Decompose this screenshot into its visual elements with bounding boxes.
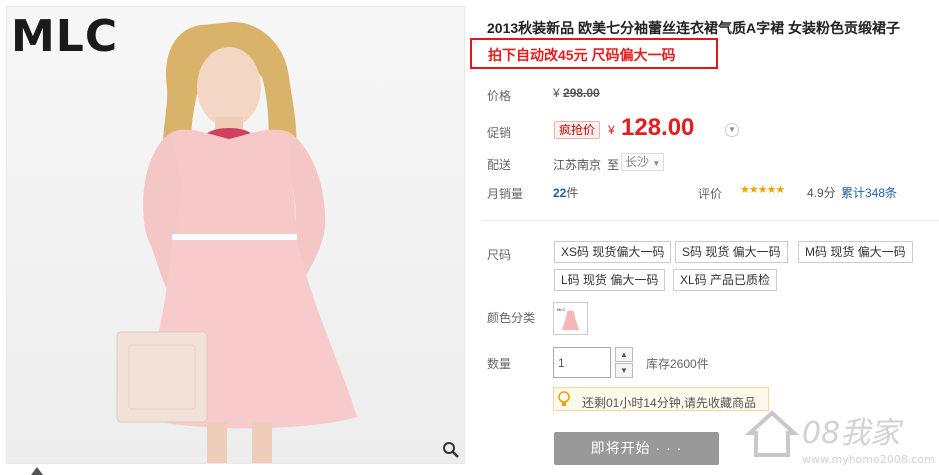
size-label: 尺码 [487,248,512,262]
promo-text: 拍下自动改45元 尺码偏大一码 [488,47,676,63]
original-price-value: 298.00 [563,86,600,100]
sales-unit: 件 [566,186,579,200]
monthly-sales-label: 月销量 [487,187,524,201]
rating-label: 评价 [698,187,723,201]
shipping-label: 配送 [487,158,512,172]
chevron-down-icon[interactable]: ▼ [725,123,739,137]
watermark-site: 08我家 [802,416,904,451]
stock-count: 库存2600件 [646,357,709,371]
review-count-link[interactable]: 累计348条 [841,184,897,201]
shipping-to: 至 [607,158,620,172]
quantity-input[interactable] [553,347,611,378]
sales-count: 22 [553,186,567,200]
shipping-origin: 江苏南京 [553,158,602,172]
section-divider [482,220,939,221]
quantity-decrease-icon[interactable]: ▼ [615,363,633,378]
destination-select[interactable]: 长沙 ▼ [621,153,665,171]
product-image[interactable]: MLC [6,6,465,464]
currency-symbol: ¥ [553,86,560,100]
lightbulb-icon [558,391,570,406]
rating-score: 4.9分 [807,186,836,200]
product-title: 2013秋装新品 欧美七分袖蕾丝连衣裙气质A字裙 女装粉色贡缎裙子 [487,20,901,36]
quantity-label: 数量 [487,357,512,371]
current-price: 128.00 [621,114,695,141]
size-option-xs[interactable]: XS码 现货偏大一码 [554,241,672,263]
color-swatch-brand: MLC [557,308,565,312]
size-option-l[interactable]: L码 现货 偏大一码 [554,269,666,291]
promo-price-label: 促销 [487,126,512,140]
price-label: 价格 [487,89,512,103]
dropdown-caret-icon: ▼ [652,159,661,168]
destination-value: 长沙 [625,155,650,169]
monthly-sales: 22件 [553,184,578,201]
color-swatch-pink[interactable]: MLC [553,302,588,335]
current-currency-symbol: ¥ [608,123,615,137]
discount-tag: 疯抢价 [554,121,601,139]
size-option-s[interactable]: S码 现货 偏大一码 [675,241,788,263]
model-photo [116,21,357,463]
rating-stars: ★★★★★ [740,184,785,196]
size-option-m[interactable]: M码 现货 偏大一码 [798,241,913,263]
color-label: 颜色分类 [487,311,536,325]
thumbnail-arrow-icon[interactable] [30,466,44,475]
site-watermark: 08我家 www.myhome2008.com [744,410,935,466]
coming-soon-button[interactable]: 即将开始 · · · [554,432,719,465]
original-price: ¥ 298.00 [553,86,600,100]
watermark-url: www.myhome2008.com [802,453,935,466]
quantity-increase-icon[interactable]: ▲ [615,347,633,362]
magnifier-icon[interactable] [442,441,460,459]
color-swatch-thumbnail: MLC [557,308,580,331]
size-option-xl[interactable]: XL码 产品已质检 [673,269,778,291]
